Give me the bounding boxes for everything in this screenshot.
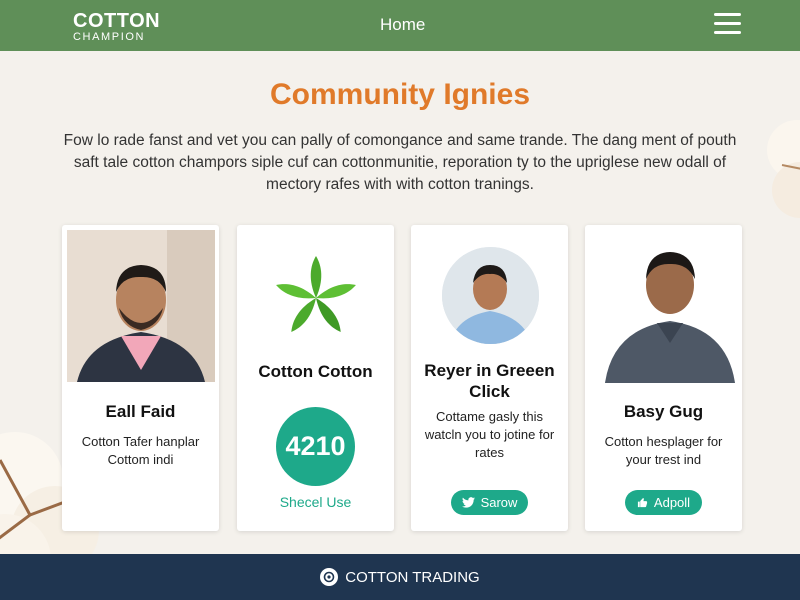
footer-bar: COTTON TRADING <box>0 554 800 600</box>
card-name: Cotton Cotton <box>258 362 373 381</box>
card-name: Eall Faid <box>105 402 176 421</box>
profile-card-1[interactable]: Eall Faid Cotton Tafer hanplar Cottom in… <box>62 225 219 531</box>
button-label: Sarow <box>480 495 518 510</box>
brand-logo[interactable]: COTTON CHAMPION <box>73 11 160 43</box>
stat-link[interactable]: Shecel Use <box>237 494 394 510</box>
logo-sub-text: CHAMPION <box>73 31 146 43</box>
footer-label[interactable]: COTTON TRADING <box>345 569 479 586</box>
profile-photo <box>605 233 735 383</box>
top-nav-bar: COTTON CHAMPION Home <box>0 0 800 51</box>
leaf-star-icon <box>276 256 356 332</box>
twitter-icon <box>461 497 475 508</box>
nav-home-link[interactable]: Home <box>380 15 425 35</box>
card-description: Cotton Tafer hanplar Cottom indi <box>81 434 200 467</box>
profile-card-3[interactable]: Reyer in Greeen Click Cottame gasly this… <box>411 225 568 531</box>
profile-photo <box>67 230 215 382</box>
stat-badge: 4210 <box>276 407 355 486</box>
card-description: Cottame gasly this watcln you to jotine … <box>424 409 555 460</box>
cotton-coin-icon <box>320 568 339 586</box>
apply-button[interactable]: Adpoll <box>625 490 702 515</box>
follow-button[interactable]: Sarow <box>451 490 528 515</box>
cotton-boll-decoration-right-icon <box>767 120 800 218</box>
card-description: Cotton hesplager for your trest ind <box>604 434 723 467</box>
card-name: Basy Gug <box>623 402 704 421</box>
stats-card[interactable]: Cotton Cotton 4210 Shecel Use <box>237 225 394 531</box>
button-label: Adpoll <box>653 495 691 510</box>
intro-paragraph: Fow lo rade fanst and vet you can pally … <box>63 132 737 193</box>
hamburger-menu-icon[interactable] <box>714 13 741 35</box>
card-name: Reyer in Greeen Click <box>424 361 555 401</box>
profile-card-4[interactable]: Basy Gug Cotton hesplager for your trest… <box>585 225 742 531</box>
thumbs-up-icon <box>637 498 648 508</box>
logo-main-text: COTTON <box>73 10 161 32</box>
profile-avatar <box>442 247 539 344</box>
page-title: Community Ignies <box>269 78 531 111</box>
